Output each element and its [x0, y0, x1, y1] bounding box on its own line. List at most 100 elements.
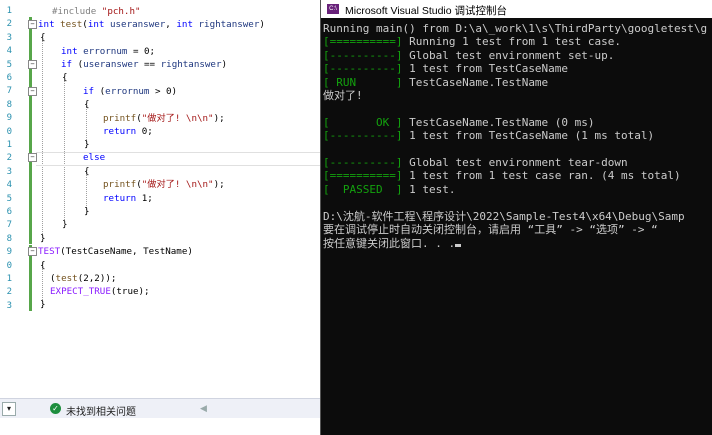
line-number: 9	[6, 247, 12, 258]
console-line-text: TestCaseName.TestName	[402, 75, 549, 89]
line-number: 2	[6, 153, 12, 164]
change-indicator-bar	[29, 17, 32, 244]
line-number: 0	[6, 260, 12, 271]
console-line: [==========] Running 1 test from 1 test …	[323, 35, 711, 48]
console-line-text: 1 test.	[402, 182, 456, 196]
collapse-toggle-icon[interactable]: −	[28, 247, 37, 256]
console-line-text: Global test environment tear-down	[402, 156, 628, 170]
code-editor[interactable]: 12345678901234567890123 − − − − − #inclu…	[0, 0, 320, 398]
console-line-text: D:\沈航-软件工程\程序设计\2022\Sample-Test4\x64\De…	[323, 209, 685, 223]
console-line: [----------] 1 test from TestCaseName (1…	[323, 129, 711, 142]
line-number: 9	[6, 113, 12, 124]
console-line: [ PASSED ] 1 test.	[323, 183, 711, 196]
console-line-text: TestCaseName.TestName (0 ms)	[402, 115, 595, 129]
line-number: 4	[6, 46, 12, 57]
console-line-text	[323, 196, 330, 209]
line-number: 1	[6, 140, 12, 150]
code-line-4: int errornum = 0;	[61, 46, 156, 57]
check-circle-icon: ✓	[50, 403, 61, 414]
code-line-2: int test(int useranswer, int rightanswer…	[38, 19, 265, 30]
issues-status-text[interactable]: 未找到相关问题	[66, 403, 136, 418]
console-line: D:\沈航-软件工程\程序设计\2022\Sample-Test4\x64\De…	[323, 210, 711, 223]
console-line: [==========] 1 test from 1 test case ran…	[323, 169, 711, 182]
console-line	[323, 196, 711, 209]
console-line-text: 做对了!	[323, 89, 363, 103]
code-line-21: (test(2,2));	[50, 273, 117, 284]
console-line	[323, 102, 711, 115]
code-line-13: {	[84, 166, 90, 177]
text-cursor	[455, 243, 462, 247]
line-number: 6	[6, 207, 12, 217]
collapse-toggle-icon[interactable]: −	[28, 60, 37, 69]
code-line-18: }	[40, 233, 46, 244]
console-line: 按任意键关闭此窗口. . .	[323, 237, 711, 250]
line-number: 5	[6, 59, 12, 70]
console-line-text: 要在调试停止时自动关闭控制台，请启用 “工具” -> “选项” -> “	[323, 223, 658, 237]
code-line-3: {	[40, 32, 46, 43]
console-app-icon: C:\	[327, 4, 339, 14]
console-line-text: 按任意键关闭此窗口. . .	[323, 236, 456, 250]
console-line: Running main() from D:\a\_work\1\s\Third…	[323, 22, 711, 35]
line-number: 5	[6, 193, 12, 204]
console-line: 做对了!	[323, 89, 711, 102]
code-line-12: else	[83, 152, 106, 163]
collapse-toggle-icon[interactable]: −	[28, 20, 37, 29]
code-line-16: }	[84, 206, 90, 217]
code-line-7: if (errornum > 0)	[83, 86, 178, 97]
line-number: 8	[6, 233, 12, 244]
line-number: 2	[6, 19, 12, 30]
line-number: 1	[6, 274, 12, 284]
dropdown-icon[interactable]: ▾	[2, 402, 16, 416]
line-number: 6	[6, 73, 12, 83]
editor-status-bar: ▾ ✓ 未找到相关问题 ◀	[0, 398, 320, 419]
console-line-text: 1 test from TestCaseName	[402, 62, 569, 76]
test-status-tag: [ PASSED ]	[323, 182, 403, 196]
test-status-tag: [==========]	[323, 169, 403, 183]
console-output: Running main() from D:\a\_work\1\s\Third…	[323, 22, 711, 250]
debug-console-window[interactable]: C:\ Microsoft Visual Studio 调试控制台 Runnin…	[320, 0, 712, 435]
code-line-10: return 0;	[103, 126, 153, 137]
current-line-highlight	[36, 152, 320, 166]
console-line-text	[323, 102, 330, 115]
test-status-tag: [----------]	[323, 48, 403, 62]
collapse-toggle-icon[interactable]: −	[28, 87, 37, 96]
line-number: 7	[6, 86, 12, 97]
console-line-text: 1 test from 1 test case ran. (4 ms total…	[402, 169, 681, 183]
code-line-19: TEST(TestCaseName, TestName)	[38, 246, 193, 257]
code-line-8: {	[84, 99, 90, 110]
code-line-17: }	[62, 219, 68, 230]
code-line-20: {	[40, 260, 46, 271]
console-line-text: Running main() from D:\a\_work\1\s\Third…	[323, 22, 708, 35]
console-line: 要在调试停止时自动关闭控制台，请启用 “工具” -> “选项” -> “	[323, 223, 711, 236]
code-line-14: printf("做对了! \n\n");	[103, 179, 225, 190]
editor-footer	[0, 418, 320, 435]
console-line-text: Running 1 test from 1 test case.	[402, 35, 622, 49]
console-title: Microsoft Visual Studio 调试控制台	[345, 5, 508, 17]
test-status-tag: [==========]	[323, 35, 403, 49]
code-line-11: }	[84, 139, 90, 150]
console-line-text: Global test environment set-up.	[402, 48, 615, 62]
console-line-text: 1 test from TestCaseName (1 ms total)	[402, 129, 655, 143]
console-line: [ OK ] TestCaseName.TestName (0 ms)	[323, 116, 711, 129]
test-status-tag: [ OK ]	[323, 115, 403, 129]
scroll-left-icon[interactable]: ◀	[200, 403, 207, 414]
console-line: [----------] 1 test from TestCaseName	[323, 62, 711, 75]
code-line-23: }	[40, 299, 46, 310]
test-status-tag: [----------]	[323, 62, 403, 76]
console-line-text	[323, 143, 330, 156]
line-number: 7	[6, 220, 12, 231]
code-line-5: if (useranswer == rightanswer)	[61, 59, 228, 70]
console-titlebar[interactable]: C:\ Microsoft Visual Studio 调试控制台	[321, 0, 712, 18]
indent-guide	[64, 80, 65, 220]
test-status-tag: [----------]	[323, 156, 403, 170]
line-number: 3	[6, 32, 12, 43]
console-line	[323, 143, 711, 156]
line-number: 2	[6, 287, 12, 298]
line-number: 8	[6, 99, 12, 110]
line-number: 0	[6, 126, 12, 137]
console-line: [----------] Global test environment set…	[323, 49, 711, 62]
code-line-22: EXPECT_TRUE(true);	[50, 286, 150, 297]
console-line: [ RUN ] TestCaseName.TestName	[323, 76, 711, 89]
code-line-6: {	[62, 72, 68, 83]
line-number: 1	[6, 6, 12, 16]
